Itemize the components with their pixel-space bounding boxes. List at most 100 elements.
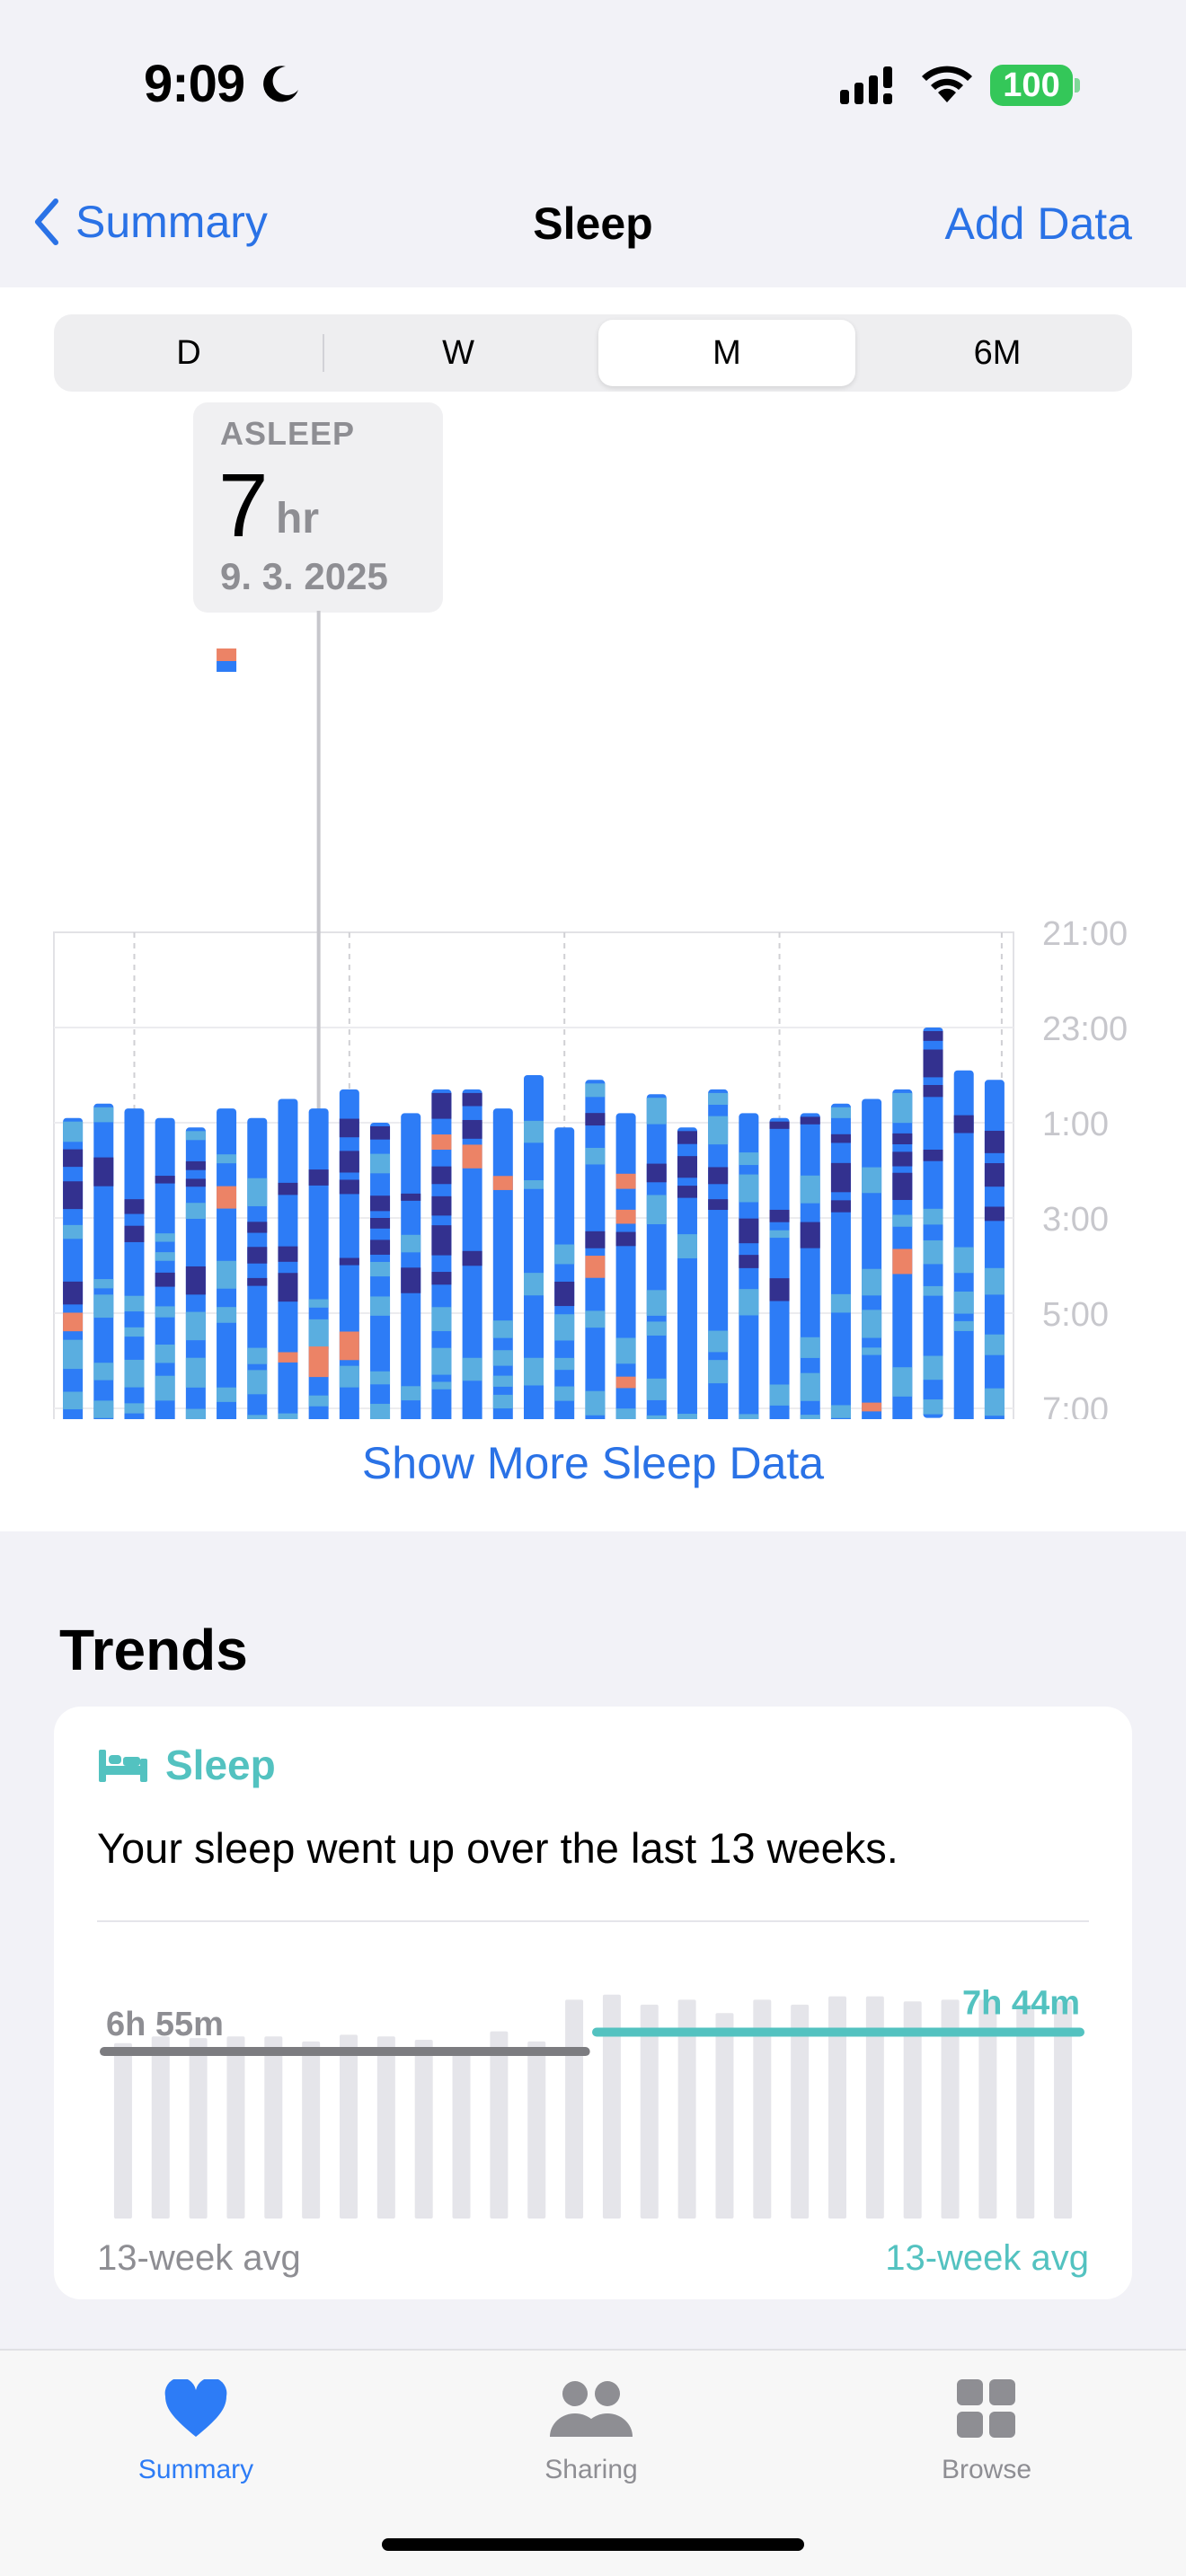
deep-segment	[431, 1195, 452, 1216]
light-segment	[646, 1195, 667, 1224]
sleep-night-bar	[185, 1127, 206, 1419]
deep-segment	[431, 1225, 452, 1256]
deep-segment	[247, 1247, 268, 1264]
light-segment	[585, 1147, 606, 1165]
light-segment	[923, 1399, 943, 1415]
tab-sharing-label: Sharing	[544, 2455, 638, 2484]
deep-segment	[401, 1193, 421, 1201]
light-segment	[370, 1403, 391, 1419]
deep-segment	[892, 1133, 913, 1145]
light-segment	[646, 1098, 667, 1125]
light-segment	[615, 1337, 636, 1364]
deep-segment	[339, 1179, 359, 1195]
light-segment	[953, 1247, 974, 1274]
light-segment	[984, 1388, 1005, 1416]
deep-segment	[677, 1186, 697, 1198]
deep-segment	[708, 1167, 729, 1185]
deep-segment	[63, 1149, 84, 1168]
show-more-sleep-data-link[interactable]: Show More Sleep Data	[0, 1437, 1186, 1489]
light-segment	[862, 1167, 882, 1194]
light-segment	[217, 1387, 237, 1402]
range-tab-week[interactable]: W	[323, 314, 593, 392]
deep-segment	[800, 1222, 820, 1248]
deep-segment	[185, 1160, 206, 1170]
light-segment	[800, 1372, 820, 1401]
deep-segment	[370, 1126, 391, 1140]
sleep-night-bar	[462, 1089, 482, 1419]
tooltip-date: 9. 3. 2025	[220, 555, 388, 597]
sleep-night-bar	[370, 1123, 391, 1419]
trends-heading: Trends	[59, 1618, 248, 1682]
range-tab-day[interactable]: D	[54, 314, 323, 392]
core-segment	[585, 1080, 606, 1419]
tab-sharing[interactable]: Sharing	[483, 2369, 699, 2485]
sleep-night-bar	[739, 1113, 759, 1419]
deep-segment	[984, 1206, 1005, 1222]
status-bar: 9:09 100	[0, 0, 1186, 171]
deep-segment	[431, 1166, 452, 1185]
y-tick-label: 5:00	[1042, 1296, 1109, 1334]
deep-segment	[739, 1255, 759, 1268]
weekly-sleep-bar	[490, 2031, 509, 2219]
light-segment	[800, 1337, 820, 1358]
sleep-night-bar	[124, 1108, 145, 1419]
light-segment	[739, 1152, 759, 1166]
deep-segment	[769, 1121, 790, 1129]
y-tick-label: 3:00	[1042, 1201, 1109, 1239]
deep-segment	[769, 1278, 790, 1301]
deep-segment	[308, 1169, 329, 1186]
light-segment	[800, 1175, 820, 1204]
light-segment	[646, 1415, 667, 1419]
awake-segment	[63, 1312, 84, 1332]
trend-card-title: Sleep	[165, 1742, 276, 1788]
tab-browse[interactable]: Browse	[879, 2369, 1094, 2485]
light-segment	[339, 1365, 359, 1388]
y-tick-label: 1:00	[1042, 1106, 1109, 1143]
tab-summary[interactable]: Summary	[88, 2369, 304, 2485]
sleep-stages-chart[interactable]: 21:0023:001:003:005:007:009:0011:0031017…	[0, 611, 1186, 1419]
light-segment	[554, 1386, 575, 1401]
deep-segment	[830, 1162, 851, 1193]
deep-segment	[462, 1250, 482, 1266]
light-segment	[93, 1279, 114, 1289]
light-segment	[892, 1214, 913, 1227]
awake-segment	[862, 1402, 882, 1412]
sleep-night-bar	[984, 1080, 1005, 1419]
light-segment	[431, 1307, 452, 1332]
light-segment	[677, 1234, 697, 1258]
light-segment	[708, 1092, 729, 1105]
range-tab-month[interactable]: M	[598, 320, 855, 386]
light-segment	[155, 1233, 175, 1242]
light-segment	[247, 1178, 268, 1206]
light-segment	[308, 1319, 329, 1350]
light-segment	[431, 1347, 452, 1375]
light-segment	[585, 1390, 606, 1416]
sleep-night-bar	[278, 1098, 298, 1419]
light-segment	[585, 1310, 606, 1328]
core-segment	[646, 1094, 667, 1419]
deep-segment	[63, 1181, 84, 1210]
light-segment	[923, 1239, 943, 1265]
y-tick-label: 23:00	[1042, 1010, 1128, 1048]
range-tab-6-months[interactable]: 6M	[863, 314, 1132, 392]
wifi-icon	[922, 66, 972, 102]
sleep-chart-section: D W M 6M ASLEEP 7 hr 9. 3. 2025 21:00 23:…	[0, 287, 1186, 1531]
sleep-trend-card[interactable]: Sleep Your sleep went up over the last 1…	[54, 1707, 1132, 2299]
sleep-night-bar	[155, 1117, 175, 1419]
core-segment	[615, 1113, 636, 1419]
light-segment	[554, 1357, 575, 1371]
nap-core-segment	[217, 661, 237, 672]
light-segment	[492, 1375, 513, 1387]
deep-segment	[401, 1267, 421, 1293]
sleep-night-bar	[892, 1089, 913, 1419]
nap-awake-segment	[217, 648, 237, 661]
sleep-night-bar	[401, 1113, 421, 1419]
add-data-button[interactable]: Add Data	[945, 198, 1132, 250]
moon-icon	[263, 66, 298, 102]
deep-segment	[953, 1115, 974, 1134]
deep-segment	[923, 1149, 943, 1161]
light-segment	[892, 1092, 913, 1124]
deep-segment	[923, 1049, 943, 1078]
deep-segment	[984, 1163, 1005, 1187]
core-segment	[984, 1080, 1005, 1419]
